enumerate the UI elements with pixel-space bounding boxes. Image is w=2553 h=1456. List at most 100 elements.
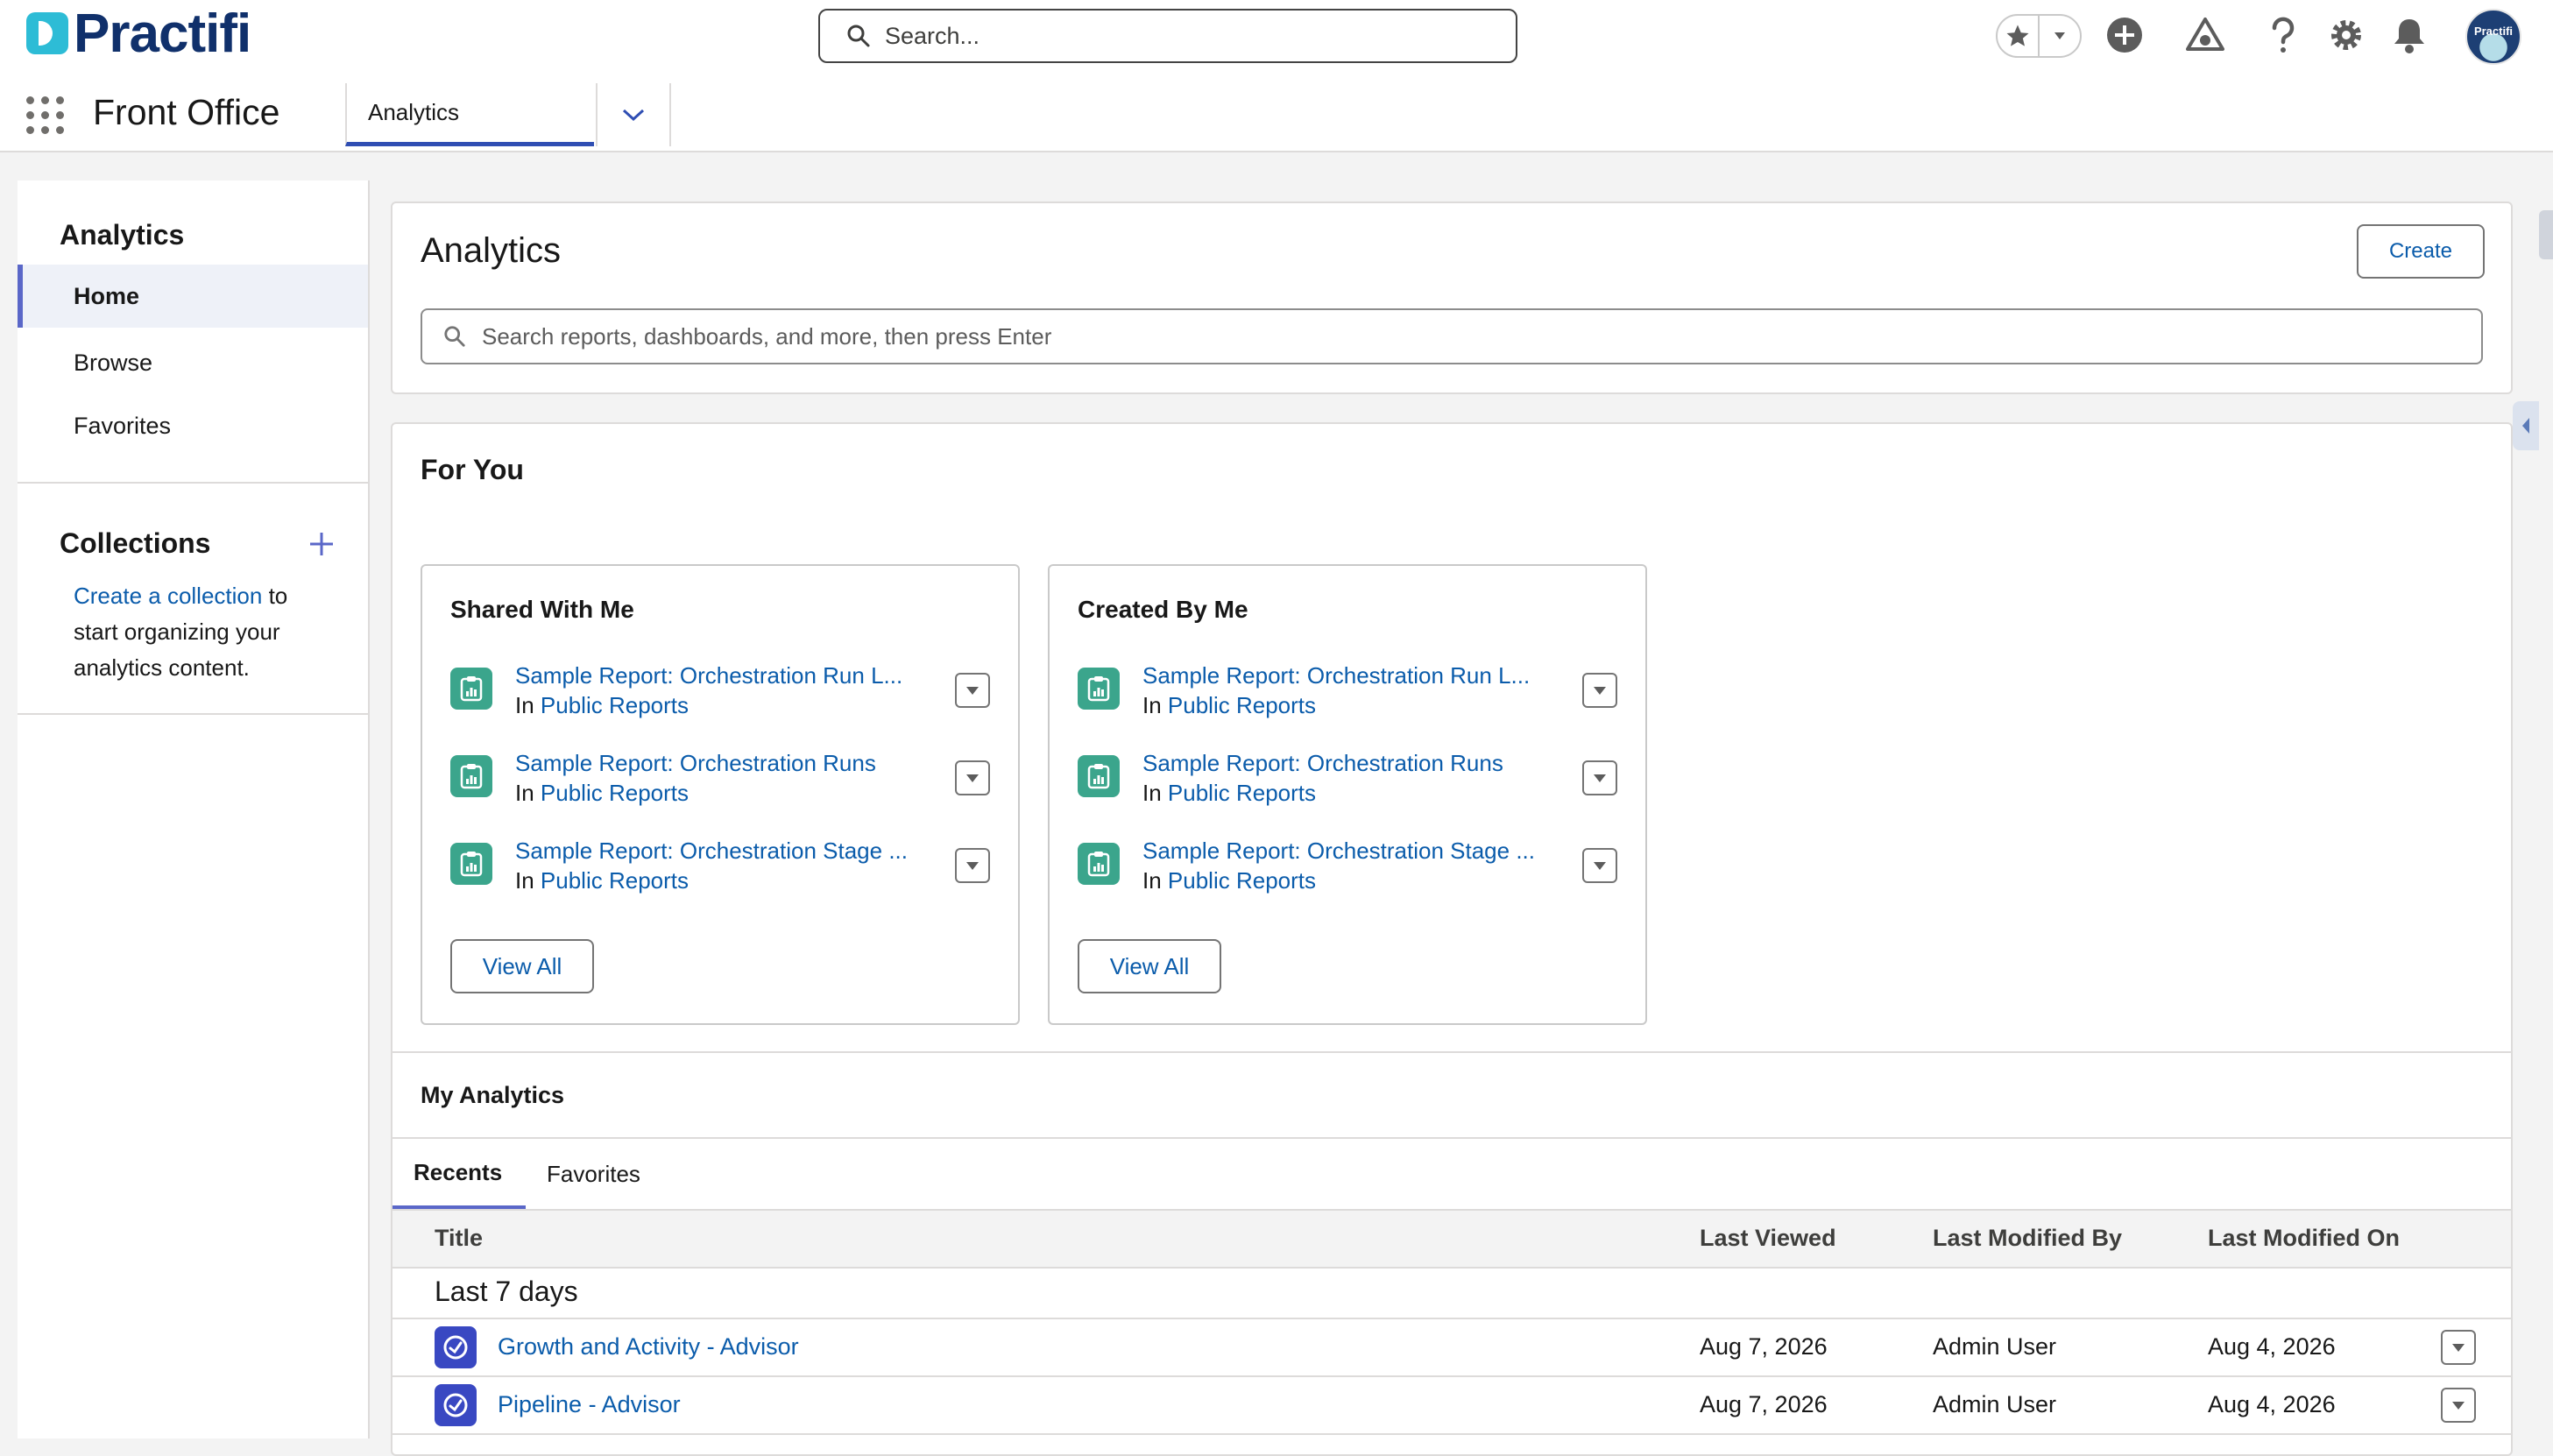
- sidebar-divider-bottom: [18, 713, 368, 715]
- collections-title: Collections: [60, 527, 211, 559]
- collapse-panel-button[interactable]: [2513, 401, 2539, 450]
- row-actions-button[interactable]: [1582, 673, 1617, 708]
- caret-down-icon: [1594, 687, 1606, 695]
- my-analytics-title: My Analytics: [421, 1082, 565, 1108]
- favorites-list-button[interactable]: [2038, 16, 2080, 56]
- trailhead-guidance-button[interactable]: [2181, 11, 2230, 60]
- setup-button[interactable]: [2322, 11, 2371, 60]
- dashboard-icon: [435, 1384, 477, 1426]
- row-divider: [392, 1375, 2511, 1377]
- folder-link[interactable]: Public Reports: [541, 692, 689, 718]
- caret-down-icon: [966, 862, 979, 870]
- table-row-title-link[interactable]: Growth and Activity - Advisor: [498, 1333, 799, 1361]
- sidebar-item-favorites[interactable]: Favorites: [18, 394, 368, 457]
- sidebar-item-browse[interactable]: Browse: [18, 331, 368, 394]
- table-row-title-link[interactable]: Pipeline - Advisor: [498, 1391, 681, 1418]
- create-collection-link[interactable]: Create a collection: [74, 583, 262, 609]
- tab-favorites[interactable]: Favorites: [547, 1139, 661, 1209]
- practifi-logo[interactable]: Practifi: [26, 4, 251, 64]
- folder-link[interactable]: Public Reports: [541, 780, 689, 806]
- created-report-location-3: In Public Reports: [1142, 867, 1316, 894]
- table-cell-modified-by: Admin User: [1933, 1333, 2057, 1360]
- column-header-last-modified-by[interactable]: Last Modified By: [1933, 1225, 2122, 1252]
- caret-down-icon: [1594, 862, 1606, 870]
- row-actions-button[interactable]: [955, 760, 990, 795]
- location-prefix: In: [515, 692, 534, 718]
- folder-link[interactable]: Public Reports: [1168, 780, 1316, 806]
- app-launcher-icon[interactable]: [26, 96, 64, 134]
- created-report-link-2[interactable]: Sample Report: Orchestration Runs: [1142, 750, 1503, 777]
- search-placeholder: Search...: [885, 22, 980, 49]
- caret-down-icon: [966, 774, 979, 782]
- row-actions-button[interactable]: [955, 848, 990, 883]
- caret-down-icon: [2452, 1344, 2465, 1352]
- report-icon: [450, 755, 492, 797]
- add-circle-icon: [2107, 18, 2142, 53]
- table-header: [392, 1209, 2511, 1269]
- shared-with-me-title: Shared With Me: [450, 596, 634, 623]
- created-view-all-button[interactable]: View All: [1078, 939, 1221, 993]
- add-collection-icon[interactable]: [307, 529, 336, 559]
- nav-tab-analytics[interactable]: Analytics: [345, 83, 594, 146]
- caret-down-icon: [1594, 774, 1606, 782]
- location-prefix: In: [1142, 780, 1162, 806]
- analytics-search-input[interactable]: Search reports, dashboards, and more, th…: [421, 308, 2483, 364]
- shared-report-link-3[interactable]: Sample Report: Orchestration Stage ...: [515, 838, 908, 865]
- created-report-link-3[interactable]: Sample Report: Orchestration Stage ...: [1142, 838, 1535, 865]
- avatar-text: Practifi: [2473, 25, 2514, 38]
- folder-link[interactable]: Public Reports: [1168, 692, 1316, 718]
- column-header-title[interactable]: Title: [435, 1225, 483, 1252]
- report-icon: [1078, 668, 1120, 710]
- trailhead-icon: [2186, 18, 2224, 51]
- column-header-last-viewed[interactable]: Last Viewed: [1700, 1225, 1836, 1252]
- tab-recents[interactable]: Recents: [392, 1139, 526, 1209]
- dashboard-icon: [435, 1326, 477, 1368]
- shared-view-all-button[interactable]: View All: [450, 939, 594, 993]
- row-actions-button[interactable]: [2441, 1330, 2476, 1365]
- column-header-last-modified-on[interactable]: Last Modified On: [2208, 1225, 2400, 1252]
- table-cell-modified-on: Aug 4, 2026: [2208, 1391, 2336, 1417]
- row-actions-button[interactable]: [955, 673, 990, 708]
- location-prefix: In: [1142, 692, 1162, 718]
- created-report-link-1[interactable]: Sample Report: Orchestration Run L...: [1142, 662, 1530, 689]
- star-icon: [2006, 25, 2029, 46]
- section-divider: [392, 1137, 2511, 1139]
- report-icon: [1078, 843, 1120, 885]
- help-button[interactable]: [2259, 11, 2308, 60]
- analytics-search-placeholder: Search reports, dashboards, and more, th…: [482, 322, 1052, 350]
- collections-text-2: start organizing your: [74, 618, 280, 645]
- scrollbar-handle[interactable]: [2539, 210, 2553, 259]
- collections-text-1: to: [262, 583, 288, 609]
- favorite-star-button[interactable]: [1998, 16, 2038, 56]
- help-icon: [2272, 17, 2295, 53]
- shared-report-link-2[interactable]: Sample Report: Orchestration Runs: [515, 750, 876, 777]
- created-report-location-2: In Public Reports: [1142, 780, 1316, 807]
- global-actions-button[interactable]: [2100, 11, 2149, 60]
- table-cell-last-viewed: Aug 7, 2026: [1700, 1333, 1828, 1360]
- nav-menu-button[interactable]: [596, 83, 671, 146]
- folder-link[interactable]: Public Reports: [541, 867, 689, 894]
- sidebar-item-home[interactable]: Home: [18, 265, 368, 328]
- folder-link[interactable]: Public Reports: [1168, 867, 1316, 894]
- row-actions-button[interactable]: [1582, 760, 1617, 795]
- row-actions-button[interactable]: [2441, 1388, 2476, 1423]
- group-label: Last 7 days: [435, 1276, 578, 1307]
- for-you-title: For You: [421, 454, 524, 485]
- logo-mark-icon: [26, 12, 68, 54]
- shared-report-link-1[interactable]: Sample Report: Orchestration Run L...: [515, 662, 902, 689]
- created-by-me-title: Created By Me: [1078, 596, 1248, 623]
- table-cell-modified-by: Admin User: [1933, 1391, 2057, 1417]
- table-cell-last-viewed: Aug 7, 2026: [1700, 1391, 1828, 1417]
- global-search-input[interactable]: Search...: [818, 9, 1517, 63]
- page-title: Analytics: [421, 231, 562, 270]
- user-avatar[interactable]: Practifi: [2465, 9, 2521, 65]
- chevron-down-icon: [622, 109, 645, 122]
- row-actions-button[interactable]: [1582, 848, 1617, 883]
- row-divider: [392, 1318, 2511, 1319]
- report-icon: [450, 843, 492, 885]
- create-button[interactable]: Create: [2357, 224, 2485, 279]
- caret-down-icon: [966, 687, 979, 695]
- sidebar-title: Analytics: [60, 219, 185, 251]
- table-cell-modified-on: Aug 4, 2026: [2208, 1333, 2336, 1360]
- notifications-button[interactable]: [2385, 11, 2434, 60]
